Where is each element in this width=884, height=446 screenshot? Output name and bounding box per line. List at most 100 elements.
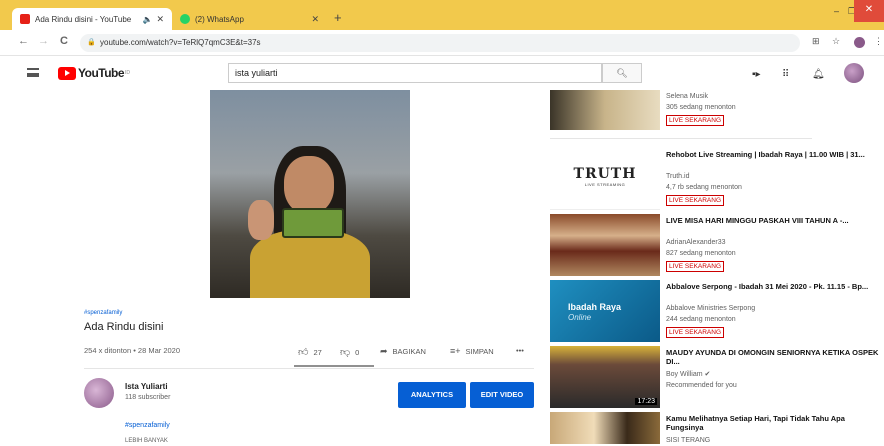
lock-icon: 🔒 xyxy=(87,39,96,46)
dislike-button[interactable]: 👎︎ 0 xyxy=(340,346,359,358)
youtube-logo[interactable]: YouTube ID xyxy=(58,66,130,80)
like-count: 27 xyxy=(313,347,322,357)
list-item[interactable]: Kamu Melihatnya Setiap Hari, Tapi Tidak … xyxy=(550,412,880,444)
apps-grid-icon[interactable]: ⠿ xyxy=(782,69,789,80)
rec-title: Rehobot Live Streaming | Ibadah Raya | 1… xyxy=(666,150,865,159)
rec-channel: Truth.id xyxy=(666,173,690,180)
video-thumbnail xyxy=(550,412,660,444)
video-frame-phone xyxy=(282,208,344,238)
back-icon[interactable]: ← xyxy=(18,35,29,47)
minimize-button[interactable]: – xyxy=(834,6,839,16)
save-button[interactable]: ≡+ SIMPAN xyxy=(450,346,494,356)
whatsapp-favicon-icon xyxy=(180,14,190,24)
new-tab-button[interactable]: + xyxy=(334,10,342,25)
search-input[interactable]: ista yuliarti xyxy=(228,63,602,83)
more-actions-button[interactable]: ••• xyxy=(516,346,524,355)
youtube-play-icon xyxy=(58,66,76,80)
video-hashtag[interactable]: #spenzafamily xyxy=(84,310,122,316)
share-button[interactable]: ➦ BAGIKAN xyxy=(380,346,426,357)
country-code: ID xyxy=(125,70,131,76)
window-close-button[interactable]: ✕ xyxy=(854,0,884,22)
sentiment-bar xyxy=(294,365,374,367)
edit-video-button[interactable]: EDIT VIDEO xyxy=(470,382,534,408)
search-icon: 🔍︎ xyxy=(616,68,628,78)
subscriber-count: 118 subscriber xyxy=(125,394,171,401)
browser-tab-bar: Ada Rindu disini - YouTube 🔈 ✕ (2) Whats… xyxy=(0,0,884,30)
youtube-favicon-icon xyxy=(20,14,30,24)
video-thumbnail xyxy=(550,214,660,276)
list-item[interactable]: Ibadah Raya Online Abbalove Serpong - Ib… xyxy=(550,280,880,342)
live-badge: LIVE SEKARANG xyxy=(666,261,725,272)
reload-icon[interactable]: C xyxy=(60,35,68,47)
list-item[interactable]: TRUTH LIVE STREAMING Rehobot Live Stream… xyxy=(550,148,880,210)
account-avatar[interactable] xyxy=(844,63,864,83)
list-item[interactable]: Selena Musik 305 sedang menonton LIVE SE… xyxy=(550,90,880,136)
address-bar: ← → C 🔒 youtube.com/watch?v=TeRlQ7qmC3E&… xyxy=(0,30,884,56)
rec-channel: Boy William ✔ xyxy=(666,371,711,378)
rec-channel: AdrianAlexander33 xyxy=(666,239,726,246)
video-thumbnail: Ibadah Raya Online xyxy=(550,280,660,342)
rec-views: 244 sedang menonton xyxy=(666,316,736,323)
tab-title: Ada Rindu disini - YouTube xyxy=(35,14,132,24)
notifications-bell-icon[interactable]: 🔔︎ xyxy=(812,69,825,80)
rec-views: Recommended for you xyxy=(666,382,737,389)
bookmark-star-icon[interactable]: ☆ xyxy=(832,36,840,47)
like-button[interactable]: 👍︎ 27 xyxy=(298,346,322,358)
youtube-header: YouTube ID ista yuliarti 🔍︎ ▪▸ ⠿ 🔔︎ xyxy=(0,56,884,90)
channel-name[interactable]: Ista Yuliarti xyxy=(125,382,168,391)
video-duration: 17:23 xyxy=(635,398,657,405)
thumbnail-text: Ibadah Raya xyxy=(568,302,622,312)
tab-close-icon[interactable]: ✕ xyxy=(156,14,164,25)
url-field[interactable]: 🔒 youtube.com/watch?v=TeRlQ7qmC3E&t=37s xyxy=(80,34,800,52)
rec-views: 4,7 rb sedang menonton xyxy=(666,184,742,191)
live-badge: LIVE SEKARANG xyxy=(666,327,725,338)
search-button[interactable]: 🔍︎ xyxy=(602,63,642,83)
list-item[interactable]: LIVE MISA HARI MINGGU PASKAH VIII TAHUN … xyxy=(550,214,880,276)
translate-icon[interactable]: ⊞ xyxy=(812,36,820,47)
analytics-button[interactable]: ANALYTICS xyxy=(398,382,466,408)
dislike-count: 0 xyxy=(355,347,360,357)
audio-icon[interactable]: 🔈 xyxy=(142,15,152,24)
rec-title: Abbalove Serpong - Ibadah 31 Mei 2020 - … xyxy=(666,282,869,291)
video-player[interactable] xyxy=(210,90,410,298)
chrome-menu-icon[interactable]: ⋮ xyxy=(874,36,883,47)
tab-title: (2) WhatsApp xyxy=(195,14,244,24)
tab-whatsapp[interactable]: (2) WhatsApp ✕ xyxy=(172,8,327,30)
url-text: youtube.com/watch?v=TeRlQ7qmC3E&t=37s xyxy=(100,38,261,47)
thumbnail-text: TRUTH xyxy=(573,166,637,182)
thumbnail-subtext: LIVE STREAMING xyxy=(584,182,626,187)
tab-close-icon[interactable]: ✕ xyxy=(311,14,319,25)
create-video-icon[interactable]: ▪▸ xyxy=(752,69,761,80)
video-meta: 254 x ditonton • 28 Mar 2020 xyxy=(84,346,181,355)
thumbs-down-icon: 👎︎ xyxy=(340,347,351,358)
live-badge: LIVE SEKARANG xyxy=(666,195,725,206)
divider xyxy=(84,368,534,369)
rec-channel: Abbalove Ministries Serpong xyxy=(666,305,756,312)
share-label: BAGIKAN xyxy=(392,347,426,356)
forward-icon[interactable]: → xyxy=(38,35,49,47)
rec-channel: SISI TERANG xyxy=(666,437,711,444)
tab-youtube[interactable]: Ada Rindu disini - YouTube 🔈 ✕ xyxy=(12,8,172,30)
live-badge: LIVE SEKARANG xyxy=(666,115,725,126)
rec-views: 305 sedang menonton xyxy=(666,104,736,111)
rec-views: 827 sedang menonton xyxy=(666,250,736,257)
video-frame-shirt xyxy=(250,230,370,298)
save-label: SIMPAN xyxy=(465,346,494,356)
show-more-button[interactable]: LEBIH BANYAK xyxy=(125,438,168,444)
list-item[interactable]: 17:23 MAUDY AYUNDA DI OMONGIN SENIORNYA … xyxy=(550,346,880,408)
rec-title: Kamu Melihatnya Setiap Hari, Tapi Tidak … xyxy=(666,414,845,432)
thumbs-up-icon: 👍︎ xyxy=(298,347,309,358)
video-frame-face xyxy=(284,156,334,214)
video-thumbnail xyxy=(550,90,660,130)
hamburger-menu-icon[interactable] xyxy=(27,68,39,77)
rec-title: LIVE MISA HARI MINGGU PASKAH VIII TAHUN … xyxy=(666,216,849,225)
youtube-logo-text: YouTube xyxy=(78,66,125,80)
video-frame-hand xyxy=(248,200,274,240)
description-hashtag[interactable]: #spenzafamily xyxy=(125,422,170,429)
playlist-add-icon: ≡+ xyxy=(450,346,461,356)
channel-avatar[interactable] xyxy=(84,378,114,408)
rec-channel: Selena Musik xyxy=(666,93,709,100)
share-icon: ➦ xyxy=(380,346,388,356)
video-title: Ada Rindu disini xyxy=(84,321,164,333)
profile-avatar-icon[interactable] xyxy=(854,37,865,48)
